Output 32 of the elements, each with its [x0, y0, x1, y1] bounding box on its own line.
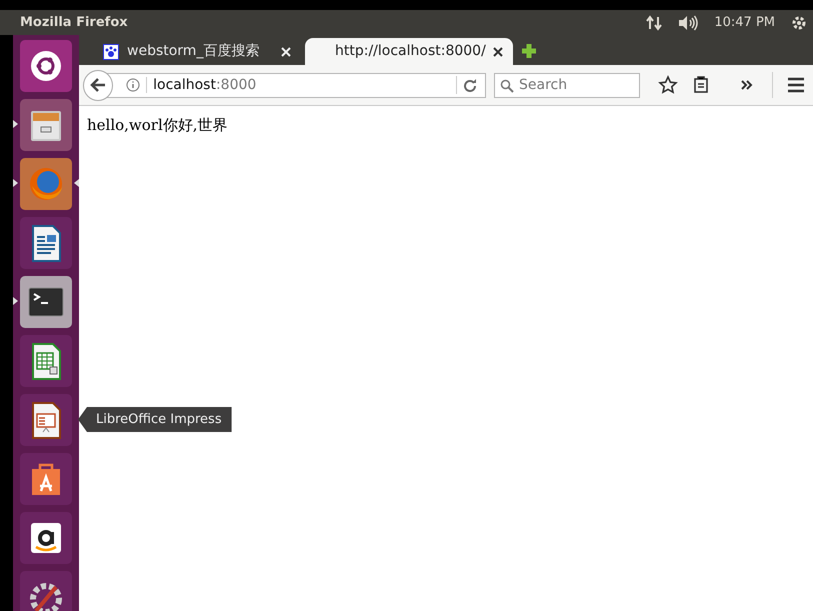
power-icon[interactable] [791, 14, 807, 30]
url-text: localhost:8000 [153, 76, 256, 92]
browser-tab[interactable]: http://localhost:8000/ [305, 38, 513, 65]
clipboard-icon [692, 76, 710, 94]
double-chevron-icon [740, 78, 754, 92]
close-icon[interactable] [493, 46, 503, 56]
browser-tab[interactable]: webstorm_百度搜索 [93, 38, 301, 65]
launcher-item[interactable] [20, 394, 72, 446]
search-field[interactable]: Search [494, 72, 640, 98]
window-title: Mozilla Firefox [20, 14, 128, 32]
launcher-item[interactable] [20, 217, 72, 269]
page-text: hello,worl你好,世界 [87, 116, 228, 134]
star-icon [658, 75, 678, 95]
paw-favicon-icon [103, 44, 119, 60]
clock[interactable]: 10:47 PM [714, 12, 775, 32]
search-icon [500, 78, 514, 92]
network-icon[interactable] [646, 14, 662, 30]
back-button[interactable] [83, 70, 114, 100]
reload-icon[interactable] [463, 78, 477, 92]
launcher-item[interactable] [20, 453, 72, 505]
launcher-item[interactable] [20, 40, 72, 92]
tooltip: LibreOffice Impress [78, 407, 232, 432]
menu-icon [787, 77, 805, 93]
info-icon[interactable] [126, 78, 140, 92]
back-arrow-icon [89, 76, 108, 94]
address-bar[interactable]: localhost:8000 [105, 72, 486, 98]
launcher-item[interactable] [20, 571, 72, 611]
launcher-item[interactable] [20, 276, 72, 328]
launcher-item[interactable] [20, 335, 72, 387]
new-tab-icon[interactable] [521, 43, 537, 59]
volume-icon[interactable] [678, 14, 698, 30]
launcher-item[interactable] [20, 512, 72, 564]
